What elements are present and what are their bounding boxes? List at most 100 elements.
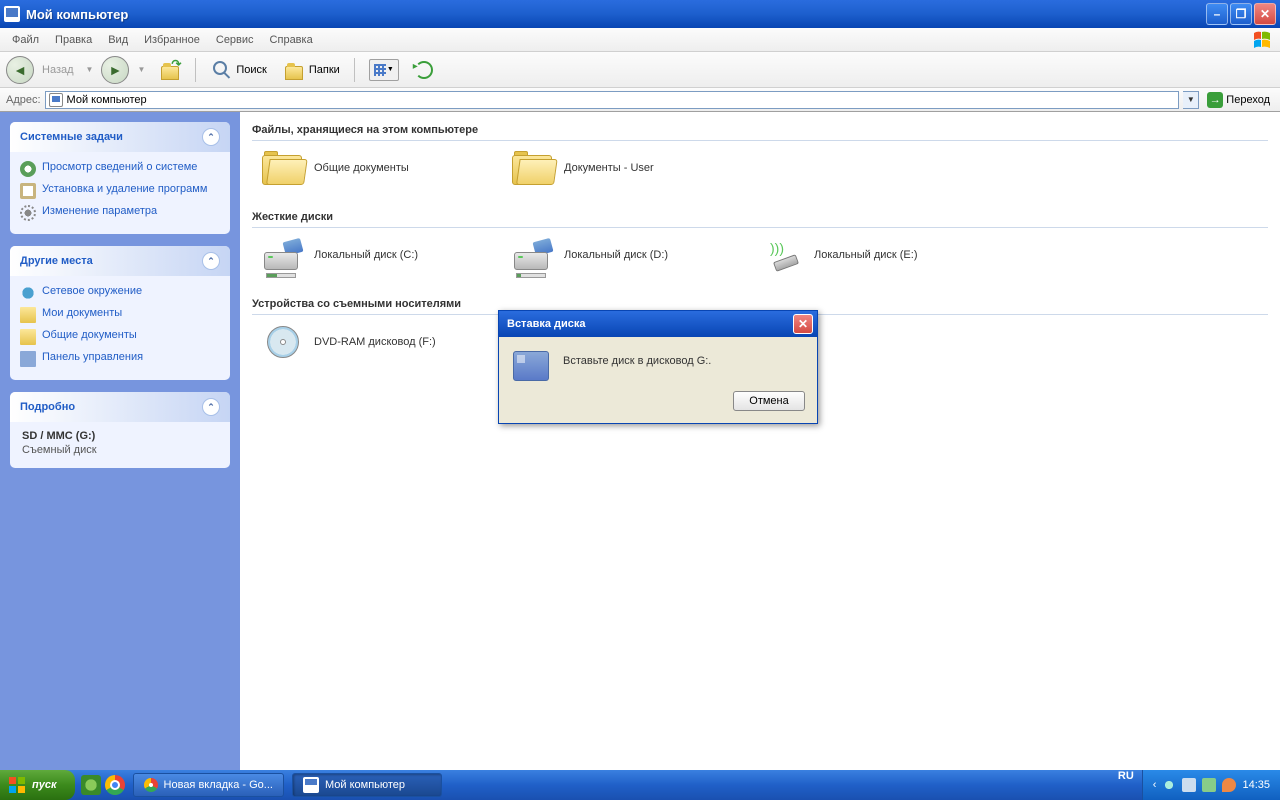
folder-up-button[interactable]: ↷ [153,57,187,83]
content-area: Файлы, хранящиеся на этом компьютере Общ… [240,112,1280,770]
task-install-programs[interactable]: Установка и удаление программ [20,180,220,202]
details-title: Подробно [20,401,75,413]
search-button[interactable]: Поиск [204,57,272,83]
item-local-disk-d[interactable]: Локальный диск (D:) [512,238,712,272]
info-icon [20,161,36,177]
removable-disk-icon: ))) [762,238,804,272]
window-titlebar: Мой компьютер – ❐ ✕ [0,0,1280,28]
menu-bar: Файл Правка Вид Избранное Сервис Справка [0,28,1280,52]
menu-favorites[interactable]: Избранное [136,31,208,49]
other-places-panel: Другие места ⌃ Сетевое окружение Мои док… [10,246,230,380]
go-button[interactable]: → Переход [1203,91,1274,109]
taskbar-item-chrome[interactable]: Новая вкладка - Go... [133,773,284,797]
menu-file[interactable]: Файл [4,31,47,49]
task-change-setting[interactable]: Изменение параметра [20,202,220,224]
menu-view[interactable]: Вид [100,31,136,49]
details-drive-type: Съемный диск [22,444,218,456]
item-local-disk-c[interactable]: Локальный диск (C:) [262,238,462,272]
my-computer-icon [4,6,20,22]
cancel-button[interactable]: Отмена [733,391,805,411]
dialog-close-button[interactable]: ✕ [793,314,813,334]
other-places-header[interactable]: Другие места ⌃ [10,246,230,276]
folders-button[interactable]: Папки [277,57,346,83]
gear-icon [20,205,36,221]
system-tasks-header[interactable]: Системные задачи ⌃ [10,122,230,152]
tray-network-icon[interactable] [1162,778,1176,792]
close-button[interactable]: ✕ [1254,3,1276,25]
collapse-icon: ⌃ [202,252,220,270]
place-network[interactable]: Сетевое окружение [20,282,220,304]
quicklaunch-utorrent-icon[interactable] [81,775,101,795]
back-button[interactable]: ◄ [6,56,34,84]
tray-remove-hardware-icon[interactable] [1202,778,1216,792]
navigation-toolbar: ◄ Назад ▼ ► ▼ ↷ Поиск Папки ▼ [0,52,1280,88]
refresh-button[interactable] [409,59,439,81]
start-label: пуск [32,779,57,791]
go-label: Переход [1226,94,1270,106]
address-bar: Адрес: Мой компьютер ▼ → Переход [0,88,1280,112]
windows-flag-icon [1252,30,1276,50]
go-arrow-icon: → [1207,92,1223,108]
start-button[interactable]: пуск [0,770,75,800]
section-disks-header: Жесткие диски [252,203,1268,228]
item-user-documents[interactable]: Документы - User [512,151,712,185]
dvd-drive-icon [262,325,304,359]
other-places-title: Другие места [20,255,93,267]
place-shared-docs[interactable]: Общие документы [20,326,220,348]
back-dropdown-icon[interactable]: ▼ [86,65,94,74]
dialog-title: Вставка диска [507,318,586,330]
menu-tools[interactable]: Сервис [208,31,262,49]
address-dropdown-button[interactable]: ▼ [1183,91,1199,109]
tray-expand-icon[interactable]: ‹ [1153,779,1157,791]
window-title: Мой компьютер [26,7,128,22]
address-value: Мой компьютер [67,94,147,106]
tray-shield-icon[interactable] [1222,778,1236,792]
folder-icon [262,151,304,185]
control-panel-icon [20,351,36,367]
details-header[interactable]: Подробно ⌃ [10,392,230,422]
minimize-button[interactable]: – [1206,3,1228,25]
disk-icon [513,351,549,381]
address-icon [49,93,63,107]
search-icon [210,59,232,81]
forward-dropdown-icon[interactable]: ▼ [137,65,145,74]
taskbar-item-my-computer[interactable]: Мой компьютер [292,773,442,797]
search-label: Поиск [236,64,266,76]
place-my-docs[interactable]: Мои документы [20,304,220,326]
tasks-sidebar: Системные задачи ⌃ Просмотр сведений о с… [0,112,240,770]
maximize-button[interactable]: ❐ [1230,3,1252,25]
refresh-icon [415,61,433,79]
section-files-header: Файлы, хранящиеся на этом компьютере [252,116,1268,141]
address-label: Адрес: [6,94,41,106]
details-panel: Подробно ⌃ SD / MMC (G:) Съемный диск [10,392,230,468]
collapse-icon: ⌃ [202,128,220,146]
tray-volume-icon[interactable] [1182,778,1196,792]
hard-disk-icon [262,238,304,272]
insert-disk-dialog: Вставка диска ✕ Вставьте диск в дисковод… [498,310,818,424]
views-button[interactable]: ▼ [363,57,405,83]
address-input[interactable]: Мой компьютер [45,91,1180,109]
folders-icon [283,59,305,81]
menu-help[interactable]: Справка [262,31,321,49]
item-dvd-ram-drive[interactable]: DVD-RAM дисковод (F:) [262,325,462,359]
language-indicator[interactable]: RU [1118,770,1142,800]
forward-button[interactable]: ► [101,56,129,84]
chrome-icon [144,778,158,792]
documents-icon [20,307,36,323]
system-tasks-panel: Системные задачи ⌃ Просмотр сведений о с… [10,122,230,234]
views-icon: ▼ [369,59,399,81]
menu-edit[interactable]: Правка [47,31,100,49]
shared-docs-icon [20,329,36,345]
system-tray: ‹ 14:35 [1142,770,1280,800]
dialog-message: Вставьте диск в дисковод G:. [563,351,711,367]
item-local-disk-e[interactable]: ))) Локальный диск (E:) [762,238,962,272]
quicklaunch-chrome-icon[interactable] [105,775,125,795]
clock[interactable]: 14:35 [1242,779,1270,791]
windows-logo-icon [8,776,26,794]
item-shared-documents[interactable]: Общие документы [262,151,462,185]
folders-label: Папки [309,64,340,76]
task-system-info[interactable]: Просмотр сведений о системе [20,158,220,180]
dialog-titlebar[interactable]: Вставка диска ✕ [499,311,817,337]
back-label: Назад [42,64,74,76]
place-control-panel[interactable]: Панель управления [20,348,220,370]
